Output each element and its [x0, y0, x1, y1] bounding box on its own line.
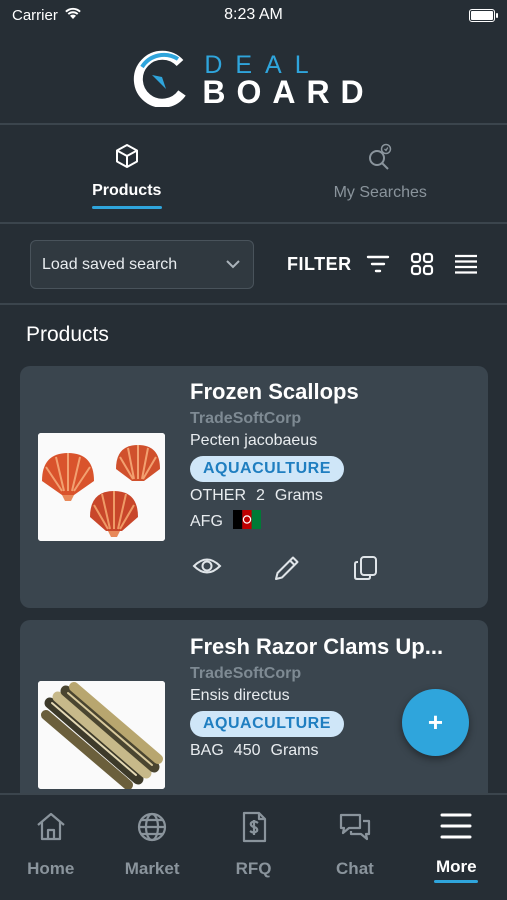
plus-icon: + [427, 707, 444, 737]
tab-my-searches[interactable]: My Searches [254, 126, 507, 222]
product-unit: Grams [270, 742, 319, 759]
nav-chat-label: Chat [336, 859, 374, 878]
product-package: BAG [190, 742, 224, 759]
afghanistan-flag-icon [232, 510, 261, 534]
nav-more-label: More [436, 857, 477, 876]
nav-market[interactable]: Market [101, 795, 202, 900]
copy-icon[interactable] [352, 554, 432, 587]
product-category-badge: AQUACULTURE [190, 711, 344, 737]
nav-home[interactable]: Home [0, 795, 101, 900]
tab-bar: Products My Searches [0, 126, 507, 222]
globe-icon [136, 811, 168, 848]
product-title[interactable]: Fresh Razor Clams Up... [190, 634, 470, 660]
product-unit: Grams [274, 487, 323, 504]
product-category-badge: AQUACULTURE [190, 456, 344, 482]
product-country: AFG [190, 513, 223, 530]
product-company: TradeSoftCorp [190, 410, 302, 427]
product-quantity-line: OTHER 2 Grams [190, 487, 470, 505]
product-package: OTHER [190, 487, 246, 504]
nav-home-label: Home [27, 859, 75, 878]
section-title: Products [26, 323, 109, 346]
carrier-label: Carrier [12, 6, 58, 24]
tab-my-searches-label: My Searches [333, 184, 427, 201]
header-divider [0, 123, 507, 125]
nav-market-label: Market [124, 859, 180, 878]
bottom-nav: Home Market RFQ Chat More [0, 793, 507, 900]
saved-search-select[interactable]: Load saved search [30, 240, 254, 289]
product-image[interactable] [38, 433, 165, 541]
grid-view-icon[interactable] [410, 252, 434, 281]
add-product-button[interactable]: + [402, 689, 469, 756]
status-left: Carrier [12, 6, 82, 24]
active-tab-indicator [91, 206, 162, 209]
cube-icon [114, 143, 140, 174]
product-info: Frozen Scallops TradeSoftCorp Pecten jac… [190, 379, 470, 534]
product-quantity: 450 [233, 742, 261, 759]
app-logo: DEAL BOARD [0, 40, 507, 120]
product-origin-line: AFG [190, 510, 470, 534]
battery-icon [469, 8, 498, 22]
menu-icon [439, 811, 473, 846]
product-card[interactable]: Frozen Scallops TradeSoftCorp Pecten jac… [20, 366, 488, 608]
nav-rfq[interactable]: RFQ [203, 795, 304, 900]
saved-search-icon [366, 143, 394, 176]
active-nav-indicator [434, 880, 479, 883]
filter-button[interactable]: FILTER [287, 254, 352, 275]
product-company: TradeSoftCorp [190, 665, 302, 682]
filter-lines-icon[interactable] [366, 252, 390, 281]
nav-chat[interactable]: Chat [304, 795, 405, 900]
product-quantity: 2 [256, 487, 265, 504]
dealboard-logo-icon [132, 49, 192, 112]
tab-products[interactable]: Products [0, 126, 254, 222]
chat-bubbles-icon [338, 811, 372, 848]
product-image[interactable] [38, 681, 165, 789]
edit-icon[interactable] [272, 554, 352, 587]
filter-toolbar: Load saved search FILTER [0, 240, 507, 290]
saved-search-select-label: Load saved search [42, 255, 178, 273]
nav-more[interactable]: More [406, 795, 507, 900]
toolbar-divider [0, 303, 507, 305]
logo-board-text: BOARD [202, 73, 375, 110]
tab-products-label: Products [92, 182, 162, 199]
product-actions [192, 554, 432, 587]
nav-rfq-label: RFQ [235, 859, 272, 878]
tabs-divider [0, 222, 507, 224]
chevron-down-icon [225, 256, 241, 274]
invoice-dollar-icon [238, 811, 270, 848]
product-title[interactable]: Frozen Scallops [190, 379, 470, 405]
logo-wordmark: DEAL BOARD [202, 52, 375, 110]
wifi-icon [64, 6, 82, 24]
home-icon [35, 811, 67, 848]
product-latin-name: Pecten jacobaeus [190, 432, 318, 449]
status-bar: Carrier 8:23 AM [0, 0, 507, 30]
list-view-icon[interactable] [454, 252, 478, 281]
view-icon[interactable] [192, 554, 272, 587]
